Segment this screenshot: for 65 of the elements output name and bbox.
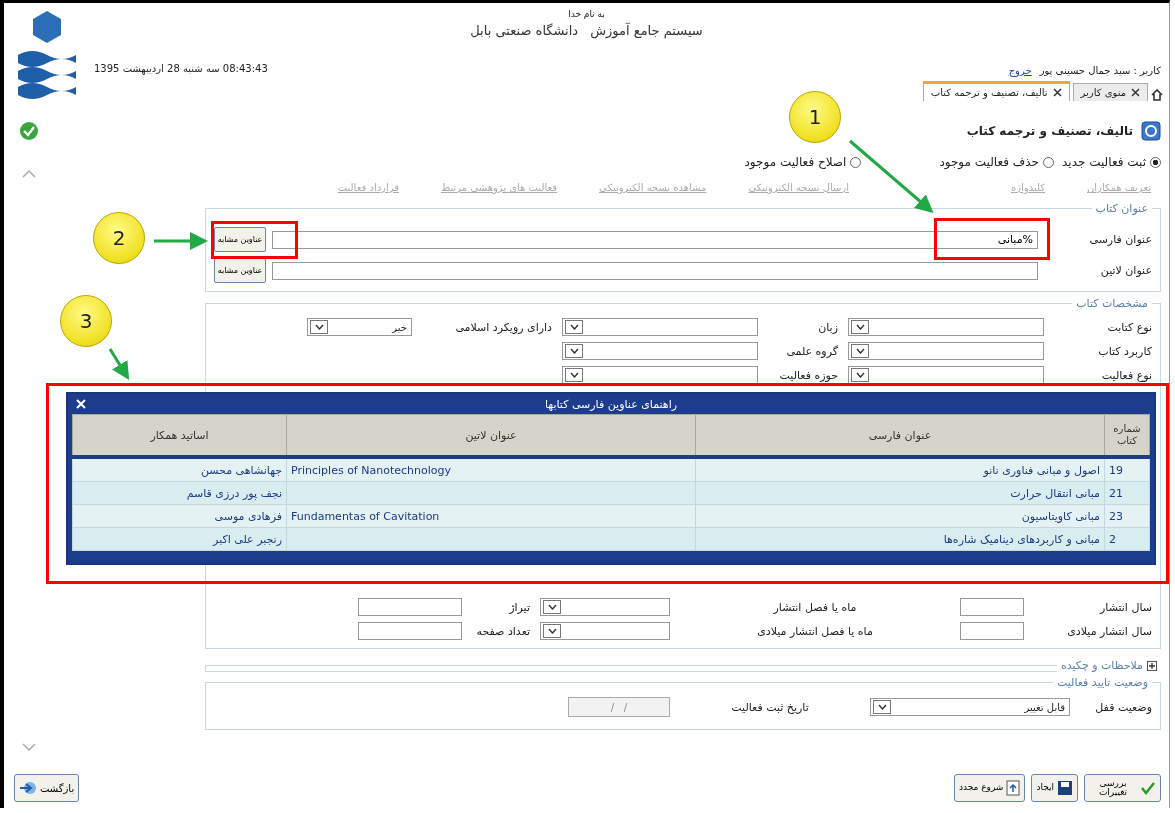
field-label: حوزه فعالیت bbox=[778, 368, 839, 382]
university-name: دانشگاه صنعتی بابل bbox=[470, 23, 579, 38]
section-legend: مشخصات کتاب bbox=[1072, 297, 1152, 310]
field-label: نوع کتابت bbox=[1106, 320, 1152, 334]
field-label: عنوان فارسی bbox=[1088, 233, 1152, 246]
table-cell: Fundamentas of Cavitation bbox=[291, 509, 440, 523]
dropdown[interactable]: خیر bbox=[307, 318, 412, 336]
field-label: کاربرد کتاب bbox=[1097, 344, 1152, 358]
field-label: دارای رویکرد اسلامی bbox=[454, 320, 553, 334]
section-toggle[interactable]: ملاحظات و چکیده bbox=[1056, 659, 1161, 672]
callout-badge: 1 bbox=[789, 91, 841, 143]
radio-option[interactable]: اصلاح فعالیت موجود bbox=[744, 155, 862, 169]
page-title: تالیف، تصنیف و ترجمه کتاب bbox=[966, 124, 1133, 138]
date-field: / / bbox=[568, 697, 670, 717]
system-title: سیستم جامع آموزش bbox=[590, 23, 703, 38]
tab[interactable]: منوی کاربر bbox=[1072, 83, 1148, 101]
action-button[interactable]: شروع مجدد bbox=[953, 774, 1026, 802]
back-button[interactable]: بازگشت bbox=[14, 774, 80, 802]
table-cell: 2 bbox=[1109, 532, 1116, 546]
field-label: سال انتشار میلادی bbox=[1066, 624, 1152, 638]
field-label: زبان bbox=[817, 320, 839, 334]
field-label: عنوان لاتین bbox=[1099, 264, 1152, 277]
radio-option[interactable]: حذف فعالیت موجود bbox=[939, 155, 1054, 169]
table-cell: رنجبر علی اکبر bbox=[213, 532, 282, 546]
table-cell: جهانشاهی محسن bbox=[200, 463, 282, 477]
field-label: تیراژ bbox=[507, 600, 531, 614]
tab[interactable]: تالیف، تصنیف و ترجمه کتاب bbox=[922, 81, 1070, 101]
table-cell: مبانی کاویتاسیون bbox=[1021, 509, 1100, 523]
field-label: گروه علمی bbox=[785, 344, 839, 358]
section-legend: عنوان کتاب bbox=[1091, 202, 1152, 215]
user-name: کاربر : سید جمال حسینی پور bbox=[1039, 65, 1161, 76]
column-header: اساتید همکار bbox=[72, 414, 287, 457]
field-label: وضعیت قفل bbox=[1094, 700, 1152, 714]
table-cell: فرهادی موسی bbox=[214, 509, 282, 523]
dropdown[interactable]: قابل تغییر bbox=[870, 698, 1070, 716]
similar-titles-button[interactable]: عناوین مشابه bbox=[214, 227, 266, 252]
action-button[interactable]: ایجاد bbox=[1031, 774, 1078, 802]
field-label: ماه یا فصل انتشار bbox=[772, 600, 858, 614]
column-header: عنوان لاتین bbox=[286, 414, 696, 457]
field-label: تاریخ ثبت فعالیت bbox=[730, 700, 810, 714]
section-legend: وضعیت تایید فعالیت bbox=[1052, 676, 1152, 689]
table-cell: 19 bbox=[1109, 463, 1123, 477]
field-label: ماه یا فصل انتشار میلادی bbox=[756, 624, 874, 638]
table-cell: مبانی و کاربردهای دینامیک شاره‌ها bbox=[943, 532, 1100, 546]
table-cell: 23 bbox=[1109, 509, 1123, 523]
header-caption: به نام خدا bbox=[568, 9, 605, 19]
similar-titles-button[interactable]: عناوین مشابه bbox=[214, 258, 266, 283]
date-time: 08:43:43 سه شنبه 28 اردیبهشت 1395 bbox=[94, 63, 268, 74]
dialog-title: راهنمای عناوین فارسی کتابها bbox=[545, 397, 677, 411]
table-cell: اصول و مبانی فناوری نانو bbox=[983, 463, 1100, 477]
callout-badge: 3 bbox=[60, 295, 112, 347]
radio-option[interactable]: ثبت فعالیت جدید bbox=[1062, 155, 1161, 169]
field-label: تعداد صفحه bbox=[475, 624, 531, 638]
table-cell: نجف پور درزی قاسم bbox=[186, 486, 282, 500]
callout-badge: 2 bbox=[93, 212, 145, 264]
action-button[interactable]: بررسی تغییرات bbox=[1084, 774, 1161, 802]
table-cell: مبانی انتقال حرارت bbox=[1010, 486, 1100, 500]
field-label: سال انتشار bbox=[1098, 600, 1152, 614]
column-header: شماره کتاب bbox=[1104, 414, 1150, 457]
logout-link[interactable]: خروج bbox=[1008, 65, 1032, 76]
field-label: نوع فعالیت bbox=[1100, 368, 1152, 382]
column-header: عنوان فارسی bbox=[695, 414, 1105, 457]
text-field[interactable]: %مبانی bbox=[272, 230, 1038, 249]
table-cell: Principles of Nanotechnology bbox=[291, 463, 451, 477]
table-cell: 21 bbox=[1109, 486, 1123, 500]
